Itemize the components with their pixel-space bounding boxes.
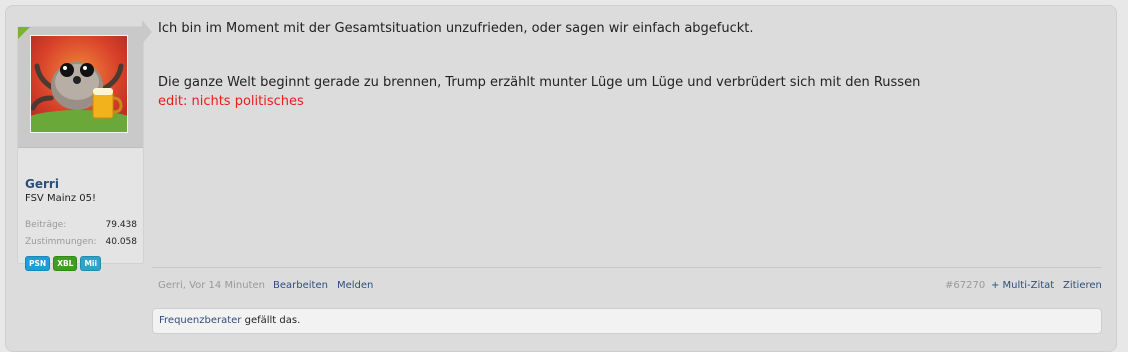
edit-note: edit: nichts politisches [158, 94, 304, 109]
post-container: Gerri FSV Mainz 05! Beiträge: 79.438 Zus… [5, 5, 1117, 352]
message-line: Ich bin im Moment mit der Gesamtsituatio… [158, 21, 754, 36]
stat-value: 40.058 [105, 237, 138, 247]
report-link[interactable]: Melden [337, 280, 373, 291]
post-number-link[interactable]: #67270 [945, 280, 985, 291]
mii-badge[interactable]: Mii [80, 256, 102, 271]
message-pointer-arrow [142, 20, 152, 44]
message-line: Die ganze Welt beginnt gerade zu brennen… [158, 75, 921, 90]
user-card: Gerri FSV Mainz 05! Beiträge: 79.438 Zus… [17, 26, 144, 271]
stat-label: Zustimmungen: [25, 237, 97, 247]
edit-link[interactable]: Bearbeiten [273, 280, 328, 291]
avatar[interactable] [30, 35, 128, 133]
message-footer-divider [152, 267, 1102, 268]
multi-quote-button[interactable]: + Multi-Zitat [991, 280, 1054, 291]
online-indicator-icon [18, 27, 30, 39]
spider-with-beer-avatar-icon [31, 36, 127, 132]
gaming-badges: PSN XBL Mii [25, 256, 102, 271]
user-title: FSV Mainz 05! [25, 193, 96, 204]
xbl-badge[interactable]: XBL [53, 256, 78, 271]
likes-suffix: gefällt das. [241, 315, 301, 326]
avatar-frame [18, 27, 143, 148]
stat-value: 79.438 [105, 220, 138, 230]
psn-badge[interactable]: PSN [25, 256, 51, 271]
stat-row-likes: Zustimmungen: 40.058 [25, 237, 137, 247]
liker-link[interactable]: Frequenzberater [159, 315, 241, 326]
likes-summary: Frequenzberater gefällt das. [152, 308, 1102, 334]
username-link[interactable]: Gerri [25, 177, 59, 191]
stat-label: Beiträge: [25, 220, 67, 230]
author-timestamp[interactable]: Gerri, Vor 14 Minuten [158, 280, 265, 291]
quote-button[interactable]: Zitieren [1063, 280, 1102, 291]
stat-row-posts: Beiträge: 79.438 [25, 220, 137, 230]
